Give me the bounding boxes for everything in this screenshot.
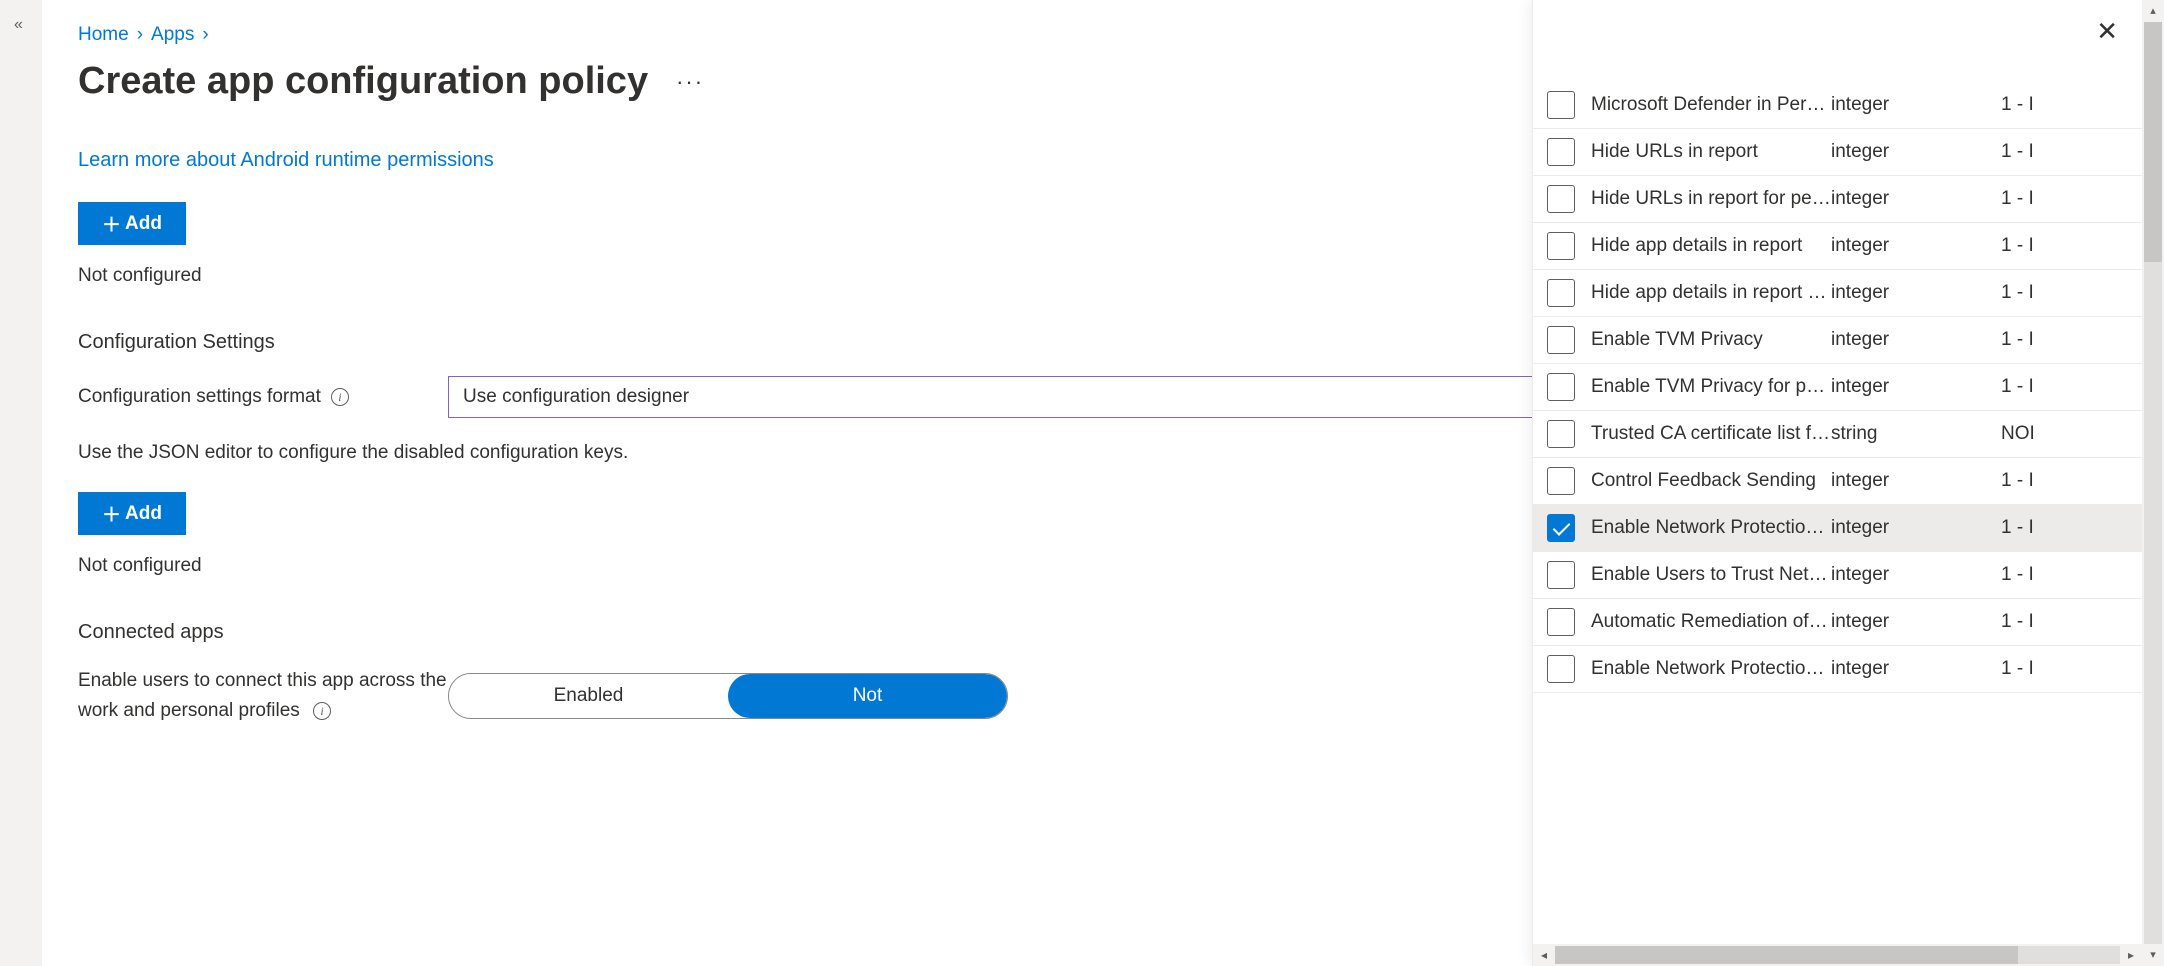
checkbox[interactable]: [1547, 420, 1575, 448]
scroll-up-icon[interactable]: ▴: [2142, 0, 2164, 22]
config-key-type: integer: [1831, 188, 2001, 210]
config-key-name: Enable Users to Trust Netwo…: [1575, 564, 1831, 586]
config-key-value: 1 - I: [2001, 235, 2061, 257]
more-actions-icon[interactable]: ···: [676, 69, 704, 95]
config-key-value: 1 - I: [2001, 517, 2061, 539]
config-key-row[interactable]: Enable Network Protection …integer1 - I: [1533, 646, 2142, 693]
config-key-row[interactable]: Microsoft Defender in Perso…integer1 - I: [1533, 82, 2142, 129]
checkbox[interactable]: [1547, 561, 1575, 589]
config-key-type: integer: [1831, 517, 2001, 539]
plus-icon: ＋: [102, 210, 121, 237]
config-key-value: 1 - I: [2001, 611, 2061, 633]
info-icon[interactable]: i: [331, 388, 349, 406]
format-label: Configuration settings format i: [78, 386, 448, 408]
chevron-right-icon: ›: [137, 24, 143, 46]
config-keys-flyout: ✕ Microsoft Defender in Perso…integer1 -…: [1532, 0, 2142, 966]
config-key-value: 1 - I: [2001, 188, 2061, 210]
config-key-name: Enable Network Protection i…: [1575, 517, 1831, 539]
connected-apps-toggle[interactable]: Enabled Not: [448, 673, 1008, 719]
config-key-value: 1 - I: [2001, 658, 2061, 680]
plus-icon: ＋: [102, 500, 121, 527]
toggle-option-not[interactable]: Not: [728, 674, 1007, 718]
expand-nav-icon[interactable]: «: [14, 16, 23, 34]
config-key-name: Enable TVM Privacy: [1575, 329, 1831, 351]
left-gutter: «: [0, 0, 42, 966]
config-keys-list: Microsoft Defender in Perso…integer1 - I…: [1533, 0, 2142, 944]
scroll-right-icon[interactable]: ▸: [2120, 948, 2142, 962]
config-key-type: integer: [1831, 235, 2001, 257]
checkbox[interactable]: [1547, 655, 1575, 683]
config-key-type: integer: [1831, 282, 2001, 304]
config-key-row[interactable]: Hide app details in reportinteger1 - I: [1533, 223, 2142, 270]
config-key-type: integer: [1831, 376, 2001, 398]
config-key-type: integer: [1831, 470, 2001, 492]
config-key-value: 1 - I: [2001, 470, 2061, 492]
breadcrumb-apps[interactable]: Apps: [151, 24, 194, 46]
config-key-value: 1 - I: [2001, 564, 2061, 586]
config-key-name: Hide URLs in report: [1575, 141, 1831, 163]
add-permission-button[interactable]: ＋Add: [78, 202, 186, 245]
checkbox[interactable]: [1547, 514, 1575, 542]
config-key-row[interactable]: Trusted CA certificate list for…stringNO…: [1533, 411, 2142, 458]
config-key-name: Hide URLs in report for pers…: [1575, 188, 1831, 210]
page-title: Create app configuration policy: [78, 60, 648, 103]
learn-more-link[interactable]: Learn more about Android runtime permiss…: [78, 149, 494, 172]
scroll-track[interactable]: [1555, 946, 2120, 964]
config-key-name: Microsoft Defender in Perso…: [1575, 94, 1831, 116]
config-key-name: Trusted CA certificate list for…: [1575, 423, 1831, 445]
horizontal-scrollbar[interactable]: ◂ ▸: [1533, 944, 2142, 966]
config-key-type: string: [1831, 423, 2001, 445]
add-config-key-button[interactable]: ＋Add: [78, 492, 186, 535]
config-key-value: 1 - I: [2001, 94, 2061, 116]
scroll-track[interactable]: [2144, 22, 2162, 944]
config-key-row[interactable]: Control Feedback Sendinginteger1 - I: [1533, 458, 2142, 505]
toggle-option-enabled[interactable]: Enabled: [449, 674, 728, 718]
connected-apps-label: Enable users to connect this app across …: [78, 666, 448, 727]
config-key-type: integer: [1831, 94, 2001, 116]
checkbox[interactable]: [1547, 91, 1575, 119]
close-icon[interactable]: ✕: [2096, 16, 2118, 47]
config-key-value: 1 - I: [2001, 329, 2061, 351]
config-key-name: Enable Network Protection …: [1575, 658, 1831, 680]
info-icon[interactable]: i: [313, 702, 331, 720]
config-key-value: 1 - I: [2001, 282, 2061, 304]
checkbox[interactable]: [1547, 232, 1575, 260]
config-key-name: Hide app details in report f…: [1575, 282, 1831, 304]
config-key-row[interactable]: Hide app details in report f…integer1 - …: [1533, 270, 2142, 317]
chevron-right-icon: ›: [202, 24, 208, 46]
config-key-row[interactable]: Hide URLs in report for pers…integer1 - …: [1533, 176, 2142, 223]
checkbox[interactable]: [1547, 279, 1575, 307]
config-key-type: integer: [1831, 329, 2001, 351]
config-key-type: integer: [1831, 141, 2001, 163]
config-key-row[interactable]: Enable TVM Privacy for pers…integer1 - I: [1533, 364, 2142, 411]
config-key-row[interactable]: Hide URLs in reportinteger1 - I: [1533, 129, 2142, 176]
checkbox[interactable]: [1547, 185, 1575, 213]
config-key-row[interactable]: Enable TVM Privacyinteger1 - I: [1533, 317, 2142, 364]
config-key-name: Enable TVM Privacy for pers…: [1575, 376, 1831, 398]
config-key-value: 1 - I: [2001, 376, 2061, 398]
config-key-name: Hide app details in report: [1575, 235, 1831, 257]
scroll-left-icon[interactable]: ◂: [1533, 948, 1555, 962]
checkbox[interactable]: [1547, 467, 1575, 495]
config-key-type: integer: [1831, 564, 2001, 586]
config-key-row[interactable]: Automatic Remediation of …integer1 - I: [1533, 599, 2142, 646]
checkbox[interactable]: [1547, 326, 1575, 354]
breadcrumb-home[interactable]: Home: [78, 24, 129, 46]
checkbox[interactable]: [1547, 608, 1575, 636]
config-key-name: Automatic Remediation of …: [1575, 611, 1831, 633]
config-key-row[interactable]: Enable Network Protection i…integer1 - I: [1533, 505, 2142, 552]
checkbox[interactable]: [1547, 138, 1575, 166]
config-key-type: integer: [1831, 658, 2001, 680]
vertical-scrollbar[interactable]: ▴ ▾: [2142, 0, 2164, 966]
scroll-down-icon[interactable]: ▾: [2142, 944, 2164, 966]
config-key-type: integer: [1831, 611, 2001, 633]
config-key-row[interactable]: Enable Users to Trust Netwo…integer1 - I: [1533, 552, 2142, 599]
scroll-thumb[interactable]: [2144, 22, 2162, 262]
scroll-thumb[interactable]: [1555, 946, 2018, 964]
config-key-value: 1 - I: [2001, 141, 2061, 163]
config-key-name: Control Feedback Sending: [1575, 470, 1831, 492]
config-key-value: NOI: [2001, 423, 2061, 445]
main-content: Home › Apps › Create app configuration p…: [42, 0, 2142, 966]
checkbox[interactable]: [1547, 373, 1575, 401]
